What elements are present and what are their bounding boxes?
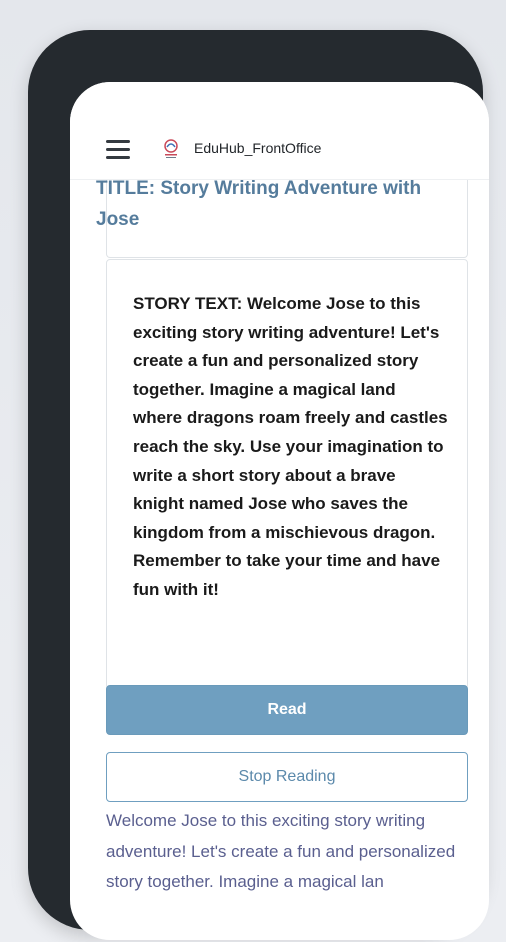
eduhub-logo-icon (164, 139, 178, 158)
phone-frame: TITLE: Story Writing Adventure with Jose… (28, 30, 489, 940)
navbar-divider (70, 179, 489, 180)
read-button[interactable]: Read (106, 685, 468, 735)
story-title: TITLE: Story Writing Adventure with Jose (96, 178, 422, 230)
stop-reading-button[interactable]: Stop Reading (106, 752, 468, 802)
story-text: STORY TEXT: Welcome Jose to this excitin… (133, 294, 448, 599)
reader-output-text: Welcome Jose to this exciting story writ… (106, 811, 456, 891)
top-navbar: EduHub_FrontOffice (70, 82, 489, 180)
story-text-card: STORY TEXT: Welcome Jose to this excitin… (106, 259, 468, 689)
app-title[interactable]: EduHub_FrontOffice (194, 140, 321, 156)
phone-screen: TITLE: Story Writing Adventure with Jose… (70, 82, 489, 940)
hamburger-menu-icon[interactable] (106, 140, 130, 159)
